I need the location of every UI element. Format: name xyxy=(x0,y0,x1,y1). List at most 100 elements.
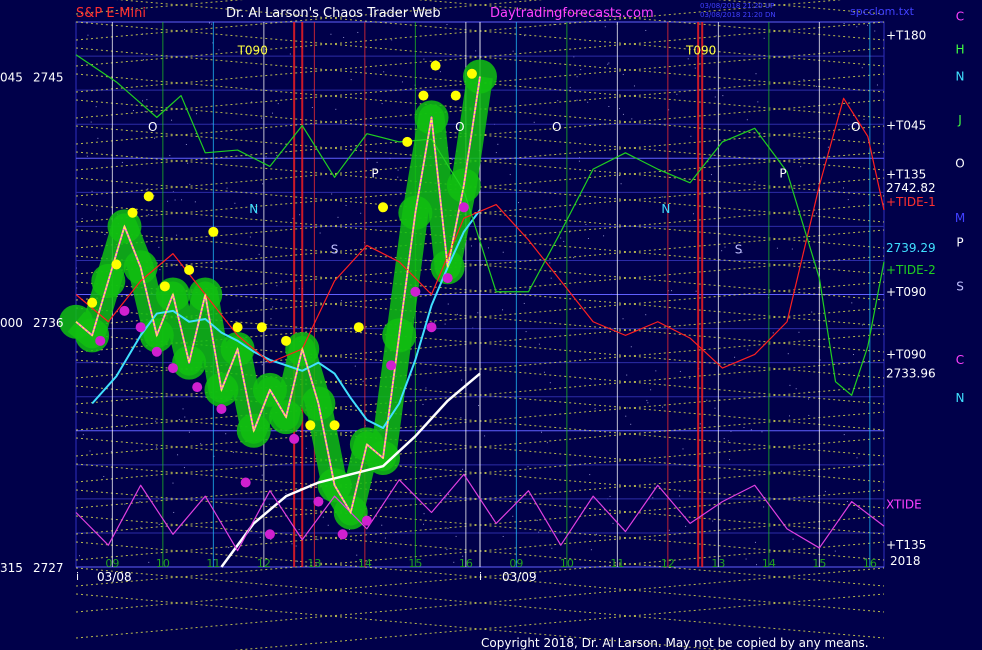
plot-letter: O xyxy=(455,120,464,134)
star-dot xyxy=(743,427,745,429)
low-marker xyxy=(216,403,227,414)
low-marker xyxy=(240,477,251,488)
star-dot xyxy=(546,442,548,444)
star-dot xyxy=(626,407,628,409)
star-dot xyxy=(625,415,627,417)
star-dot xyxy=(630,346,632,348)
star-dot xyxy=(724,246,726,248)
star-dot xyxy=(668,529,670,531)
star-dot xyxy=(618,108,620,110)
high-marker xyxy=(87,297,98,308)
star-dot xyxy=(225,433,227,435)
star-dot xyxy=(694,67,696,69)
plot-letter: P xyxy=(779,166,786,180)
star-dot xyxy=(834,550,836,552)
star-dot xyxy=(502,535,504,537)
low-marker xyxy=(337,529,348,540)
star-dot xyxy=(550,277,552,279)
star-dot xyxy=(291,543,293,545)
star-dot xyxy=(576,99,578,101)
star-dot xyxy=(98,353,100,355)
high-marker xyxy=(430,60,441,71)
time-marker-label: T090 xyxy=(237,44,268,58)
star-dot xyxy=(699,423,701,425)
star-dot xyxy=(142,59,144,61)
high-marker xyxy=(111,259,122,270)
star-dot xyxy=(345,204,347,206)
star-dot xyxy=(714,407,716,409)
star-dot xyxy=(317,539,319,541)
low-marker xyxy=(119,305,130,316)
star-dot xyxy=(557,100,559,102)
x-tick-label: 13 xyxy=(307,557,321,570)
star-dot xyxy=(470,245,472,247)
star-dot xyxy=(184,416,186,418)
star-dot xyxy=(745,558,747,560)
star-dot xyxy=(481,263,483,265)
star-dot xyxy=(876,84,878,86)
star-dot xyxy=(754,181,756,183)
chart-svg: 2745 045 2736 000 2727 315 09 10 11 12 13 14 15 16 09 1… xyxy=(0,0,982,650)
x-tick-label: 13 xyxy=(711,557,725,570)
x-tick-label: 11 xyxy=(206,557,220,570)
star-dot xyxy=(397,169,399,171)
star-dot xyxy=(685,525,687,527)
high-marker xyxy=(378,202,389,213)
star-dot xyxy=(350,79,352,81)
star-dot xyxy=(690,135,692,137)
star-dot xyxy=(299,214,301,216)
star-dot xyxy=(148,364,150,366)
star-dot xyxy=(609,495,611,497)
star-dot xyxy=(343,36,345,38)
far-right-letter: O xyxy=(955,157,964,171)
year-label: 2018 xyxy=(890,554,921,568)
star-dot xyxy=(268,503,270,505)
high-marker xyxy=(143,191,154,202)
star-dot xyxy=(723,438,725,440)
star-dot xyxy=(177,454,179,456)
star-dot xyxy=(622,73,624,75)
right-label: 2739.29 xyxy=(886,241,936,255)
star-dot xyxy=(780,470,782,472)
star-dot xyxy=(695,290,697,292)
star-dot xyxy=(340,300,342,302)
star-dot xyxy=(79,555,81,557)
star-dot xyxy=(322,516,324,518)
star-dot xyxy=(397,176,399,178)
star-dot xyxy=(587,101,589,103)
star-dot xyxy=(140,526,142,528)
star-dot xyxy=(633,85,635,87)
star-dot xyxy=(298,528,300,530)
star-dot xyxy=(585,223,587,225)
star-dot xyxy=(381,103,383,105)
star-dot xyxy=(861,324,863,326)
star-dot xyxy=(187,162,189,164)
star-dot xyxy=(853,354,855,356)
star-dot xyxy=(185,144,187,146)
star-dot xyxy=(861,67,863,69)
star-dot xyxy=(589,474,591,476)
far-right-letter: C xyxy=(956,10,964,24)
right-label: 2733.96 xyxy=(886,367,936,381)
star-dot xyxy=(560,237,562,239)
star-dot xyxy=(580,69,582,71)
star-dot xyxy=(477,312,479,314)
star-dot xyxy=(533,121,535,123)
x-tick-label: 09 xyxy=(105,557,119,570)
star-dot xyxy=(847,199,849,201)
star-dot xyxy=(298,288,300,290)
star-dot xyxy=(335,108,337,110)
star-dot xyxy=(218,49,220,51)
star-dot xyxy=(176,234,178,236)
right-label: +TIDE-2 xyxy=(886,263,936,277)
star-dot xyxy=(487,247,489,249)
star-dot xyxy=(714,96,716,98)
star-dot xyxy=(630,423,632,425)
high-marker xyxy=(281,335,292,346)
star-dot xyxy=(148,561,150,563)
plot-letter: S xyxy=(331,243,339,257)
star-dot xyxy=(124,503,126,505)
star-dot xyxy=(747,349,749,351)
star-dot xyxy=(142,100,144,102)
star-dot xyxy=(789,415,791,417)
